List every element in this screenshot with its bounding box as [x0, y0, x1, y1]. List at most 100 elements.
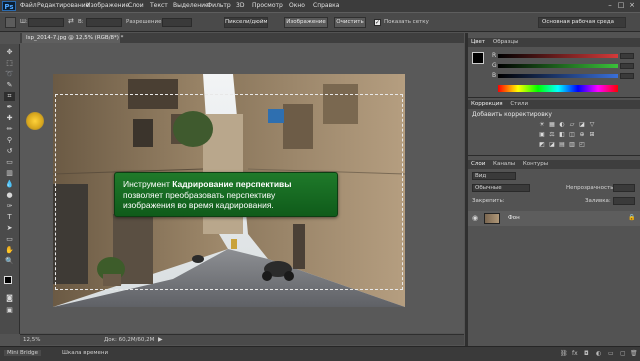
- eyedropper-tool-icon[interactable]: ✒: [4, 103, 15, 112]
- height-field[interactable]: [86, 18, 122, 27]
- shape-tool-icon[interactable]: ▭: [4, 235, 15, 244]
- gradient-map-triangle-icon[interactable]: ▽: [588, 121, 596, 128]
- color-balance-icon[interactable]: ⚖: [548, 131, 556, 138]
- menu-edit[interactable]: Редактирование: [37, 2, 89, 9]
- photo-filter-icon[interactable]: ◫: [568, 131, 576, 138]
- new-adjustment-icon[interactable]: ◐: [596, 350, 601, 357]
- channel-mixer-icon[interactable]: ⊕: [578, 131, 586, 138]
- threshold-icon[interactable]: ▤: [558, 141, 566, 148]
- blur-tool-icon[interactable]: 💧: [4, 180, 15, 189]
- hand-tool-icon[interactable]: ✋: [4, 246, 15, 255]
- delete-layer-icon[interactable]: 🗑: [630, 350, 638, 357]
- visibility-eye-icon[interactable]: ◉: [472, 214, 478, 222]
- tab-color[interactable]: Цвет: [471, 39, 485, 45]
- move-tool-icon[interactable]: ✥: [4, 48, 15, 57]
- front-image-button[interactable]: Изображение: [284, 17, 328, 28]
- clone-stamp-tool-icon[interactable]: ⚲: [4, 136, 15, 145]
- tab-layers[interactable]: Слои: [471, 161, 485, 167]
- menu-file[interactable]: Файл: [20, 2, 37, 9]
- channel-b-value[interactable]: [620, 73, 634, 79]
- tab-styles[interactable]: Стили: [510, 101, 528, 107]
- type-tool-icon[interactable]: T: [4, 213, 15, 222]
- history-brush-tool-icon[interactable]: ↺: [4, 147, 15, 156]
- brush-tool-icon[interactable]: ✏: [4, 125, 15, 134]
- minimize-icon[interactable]: –: [606, 2, 614, 9]
- layer-row-background[interactable]: ◉ Фон 🔒: [468, 211, 640, 226]
- zoom-level[interactable]: 12,5%: [23, 335, 40, 345]
- menu-select[interactable]: Выделение: [173, 2, 209, 9]
- close-icon[interactable]: ×: [628, 2, 636, 9]
- width-field[interactable]: [28, 18, 64, 27]
- channel-b-slider[interactable]: [498, 74, 618, 78]
- menu-image[interactable]: Изображение: [86, 2, 129, 9]
- channel-g-slider[interactable]: [498, 64, 618, 68]
- gradient-map-icon[interactable]: ▥: [568, 141, 576, 148]
- crop-tool-icon[interactable]: ⌗: [4, 92, 15, 101]
- menu-layers[interactable]: Слои: [128, 2, 144, 9]
- resolution-units-select[interactable]: Пиксели/дюйм: [224, 17, 268, 28]
- layer-name[interactable]: Фон: [508, 215, 520, 221]
- maximize-icon[interactable]: □: [617, 2, 625, 9]
- menu-view[interactable]: Просмотр: [252, 2, 283, 9]
- link-layers-icon[interactable]: ⛓: [560, 350, 568, 357]
- brightness-contrast-icon[interactable]: ☀: [538, 121, 546, 128]
- levels-icon[interactable]: ▦: [548, 121, 556, 128]
- lock-icon: 🔒: [628, 214, 636, 221]
- add-mask-icon[interactable]: ◘: [584, 350, 589, 357]
- color-lookup-icon[interactable]: ⊞: [588, 131, 596, 138]
- channel-g-value[interactable]: [620, 63, 634, 69]
- perspective-crop-tool-preset-icon[interactable]: [5, 17, 16, 28]
- healing-brush-tool-icon[interactable]: ✚: [4, 114, 15, 123]
- blend-mode-select[interactable]: Обычные: [472, 184, 530, 192]
- path-select-tool-icon[interactable]: ➤: [4, 224, 15, 233]
- tab-adjustments[interactable]: Коррекция: [471, 101, 503, 107]
- menu-type[interactable]: Текст: [150, 2, 168, 9]
- layer-style-icon[interactable]: fx: [572, 350, 578, 357]
- curves-icon[interactable]: ◐: [558, 121, 566, 128]
- invert-icon[interactable]: ◩: [538, 141, 546, 148]
- tab-mini-bridge[interactable]: Mini Bridge: [4, 350, 41, 356]
- tab-channels[interactable]: Каналы: [493, 161, 515, 167]
- eraser-tool-icon[interactable]: ▭: [4, 158, 15, 167]
- black-white-icon[interactable]: ◧: [558, 131, 566, 138]
- gradient-tool-icon[interactable]: ▥: [4, 169, 15, 178]
- menu-help[interactable]: Справка: [313, 2, 339, 9]
- foreground-color-chip[interactable]: [472, 52, 484, 64]
- vibrance-icon[interactable]: ◪: [578, 121, 586, 128]
- quick-select-tool-icon[interactable]: ✎: [4, 81, 15, 90]
- exposure-icon[interactable]: ▱: [568, 121, 576, 128]
- dodge-tool-icon[interactable]: ●: [4, 191, 15, 200]
- opacity-field[interactable]: [613, 184, 635, 192]
- document-tab[interactable]: Isp_2014-7.jpg @ 12,5% (RGB/8*) *: [22, 33, 123, 43]
- channel-r-value[interactable]: [620, 53, 634, 59]
- status-arrow-icon[interactable]: ▶: [158, 335, 163, 345]
- menu-3d[interactable]: 3D: [236, 2, 244, 9]
- channel-r-slider[interactable]: [498, 54, 618, 58]
- show-grid-checkbox[interactable]: ✓: [374, 19, 381, 26]
- lock-label: Закрепить:: [472, 198, 505, 204]
- zoom-tool-icon[interactable]: 🔍: [4, 257, 15, 266]
- hue-saturation-icon[interactable]: ▣: [538, 131, 546, 138]
- selective-color-icon[interactable]: ◰: [578, 141, 586, 148]
- lasso-tool-icon[interactable]: ➰: [4, 70, 15, 79]
- workspace-select[interactable]: Основная рабочая среда: [538, 17, 626, 28]
- menu-window[interactable]: Окно: [289, 2, 305, 9]
- marquee-tool-icon[interactable]: ⬚: [4, 59, 15, 68]
- tab-paths[interactable]: Контуры: [523, 161, 548, 167]
- resolution-field[interactable]: [162, 18, 192, 27]
- quick-mask-icon[interactable]: ◙: [4, 294, 15, 303]
- swap-dimensions-icon[interactable]: ⇄: [68, 17, 74, 25]
- new-group-icon[interactable]: ▭: [608, 350, 614, 357]
- tab-swatches[interactable]: Образцы: [493, 39, 519, 45]
- tab-timeline[interactable]: Шкала времени: [62, 350, 108, 356]
- fill-field[interactable]: [613, 197, 635, 205]
- posterize-icon[interactable]: ◪: [548, 141, 556, 148]
- screen-mode-icon[interactable]: ▣: [4, 306, 15, 315]
- pen-tool-icon[interactable]: ✑: [4, 202, 15, 211]
- layer-kind-filter[interactable]: Вид: [472, 172, 516, 180]
- foreground-color-swatch[interactable]: [4, 276, 12, 284]
- color-spectrum-bar[interactable]: [498, 85, 618, 92]
- clear-button[interactable]: Очистить: [334, 17, 366, 28]
- menu-filter[interactable]: Фильтр: [207, 2, 231, 9]
- new-layer-icon[interactable]: ▢: [620, 350, 626, 357]
